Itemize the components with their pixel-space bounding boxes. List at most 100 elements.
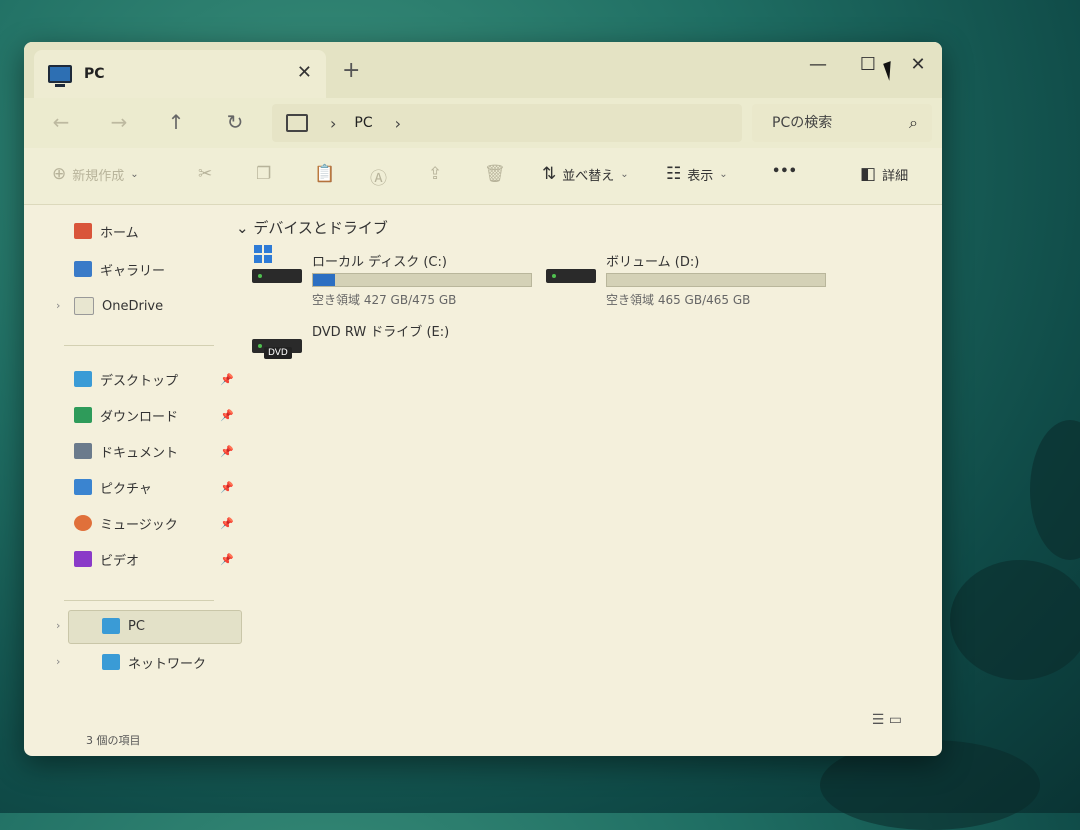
sidebar-item-label: ミュージック [100, 517, 178, 533]
sidebar-item-label: デスクトップ [100, 373, 179, 389]
sidebar-item-home[interactable]: ホーム [74, 217, 234, 245]
pictures-icon [74, 479, 92, 495]
sort-icon: ⇅ [542, 164, 557, 184]
view-icon: ☷ [666, 164, 682, 184]
search-input[interactable] [770, 114, 894, 132]
close-button[interactable]: ✕ [898, 54, 938, 75]
dvd-badge: DVD [264, 347, 292, 359]
chevron-right-icon[interactable]: › [56, 299, 60, 312]
content-pane: ⌄ デバイスとドライブ ローカル ディスク (C:) 空き領域 427 GB/4… [234, 205, 942, 756]
chevron-down-icon: ⌄ [719, 168, 728, 180]
drive-c[interactable]: ローカル ディスク (C:) 空き領域 427 GB/475 GB [252, 245, 552, 311]
details-button[interactable]: ◧ 詳細 [860, 164, 908, 184]
rename-button[interactable]: Ⓐ [370, 164, 393, 189]
pin-icon[interactable]: 📌 [220, 373, 234, 386]
drive-name: DVD RW ドライブ (E:) [312, 325, 450, 340]
status-item-count: 3 個の項目 [86, 734, 141, 747]
trash-icon: 🗑 [484, 164, 506, 184]
copy-icon: ❐ [256, 164, 272, 184]
new-button[interactable]: ⊕ 新規作成 ⌄ [52, 164, 139, 184]
sidebar-item-music[interactable]: ミュージック 📌 [74, 509, 234, 537]
view-toggle[interactable]: ☰ ▭ [872, 712, 902, 728]
tiles-view-icon[interactable]: ▭ [889, 712, 902, 728]
command-bar: ⊕ 新規作成 ⌄ ✂ ❐ 📋 Ⓐ ⇪ 🗑 ⇅ 並べ替え ⌄ ☷ 表示 ⌄ •••… [24, 148, 942, 205]
breadcrumb-pc[interactable]: PC [354, 115, 372, 131]
gallery-icon [74, 261, 92, 277]
forward-button[interactable]: → [104, 110, 134, 134]
delete-button[interactable]: 🗑 [484, 164, 512, 184]
pc-icon [48, 65, 72, 87]
pin-icon[interactable]: 📌 [220, 445, 234, 458]
tab-close-icon[interactable]: ✕ [297, 62, 312, 83]
pc-icon [286, 114, 308, 132]
paste-icon: 📋 [314, 164, 336, 184]
more-options-button[interactable]: ••• [772, 164, 797, 179]
drive-icon [252, 269, 302, 283]
network-icon [102, 654, 120, 670]
divider [64, 600, 214, 601]
pin-icon[interactable]: 📌 [220, 409, 234, 422]
navigation-pane: ホーム ギャラリー › OneDrive デスクトップ 📌 ダウンロード 📌 ド… [24, 205, 242, 756]
sidebar-item-label: ホーム [100, 225, 139, 241]
search-icon[interactable]: ⌕ [909, 113, 918, 133]
pc-icon [102, 618, 120, 634]
sidebar-item-label: ネットワーク [128, 656, 207, 672]
group-title: デバイスとドライブ [253, 219, 388, 237]
windows-drive-icon [254, 245, 272, 263]
drive-d[interactable]: ボリューム (D:) 空き領域 465 GB/465 GB [546, 251, 846, 311]
storage-bar [312, 273, 532, 287]
sidebar-item-label: ダウンロード [100, 409, 179, 425]
cut-button[interactable]: ✂ [198, 164, 218, 184]
wallpaper-shape [1030, 420, 1080, 560]
back-button[interactable]: ← [46, 110, 76, 134]
new-tab-button[interactable]: + [342, 58, 360, 83]
details-label: 詳細 [882, 168, 909, 184]
wallpaper-shape [950, 560, 1080, 680]
details-view-icon[interactable]: ☰ [872, 712, 885, 728]
sidebar-item-documents[interactable]: ドキュメント 📌 [74, 437, 234, 465]
paste-button[interactable]: 📋 [314, 164, 341, 184]
view-button[interactable]: ☷ 表示 ⌄ [666, 164, 728, 184]
drive-name: ローカル ディスク (C:) [312, 255, 447, 270]
download-icon [74, 407, 92, 423]
share-button[interactable]: ⇪ [428, 164, 448, 184]
sort-button[interactable]: ⇅ 並べ替え ⌄ [542, 164, 629, 184]
title-bar: PC ✕ + — ☐ ✕ [24, 42, 942, 98]
pin-icon[interactable]: 📌 [220, 481, 234, 494]
sidebar-item-onedrive[interactable]: OneDrive [74, 292, 234, 320]
drive-e[interactable]: DVD DVD RW ドライブ (E:) [252, 321, 552, 371]
search-box[interactable]: ⌕ [752, 104, 932, 142]
sidebar-item-label: ギャラリー [100, 263, 166, 279]
address-bar[interactable]: › PC › [272, 104, 742, 142]
chevron-down-icon: ⌄ [620, 168, 629, 180]
cut-icon: ✂ [198, 164, 213, 184]
sidebar-item-pictures[interactable]: ピクチャ 📌 [74, 473, 234, 501]
chevron-right-icon[interactable]: › [56, 619, 60, 632]
pin-icon[interactable]: 📌 [220, 517, 234, 530]
chevron-right-icon[interactable]: › [56, 655, 60, 668]
storage-bar-fill [313, 274, 335, 286]
sidebar-item-label: PC [128, 618, 145, 634]
sidebar-item-videos[interactable]: ビデオ 📌 [74, 545, 234, 573]
minimize-button[interactable]: — [798, 54, 838, 75]
up-button[interactable]: ↑ [161, 110, 191, 134]
sidebar-item-label: OneDrive [102, 298, 164, 314]
onedrive-icon [74, 297, 94, 315]
tab-pc[interactable]: PC ✕ [34, 50, 326, 98]
drive-free-space: 空き領域 427 GB/475 GB [312, 293, 457, 307]
plus-circle-icon: ⊕ [52, 164, 67, 184]
pin-icon[interactable]: 📌 [220, 553, 234, 566]
copy-button[interactable]: ❐ [256, 164, 277, 184]
navigation-bar: ← → ↑ ↻ › PC › ⌕ [24, 98, 942, 149]
chevron-right-icon[interactable]: › [330, 114, 336, 133]
sidebar-item-downloads[interactable]: ダウンロード 📌 [74, 401, 234, 429]
refresh-button[interactable]: ↻ [220, 110, 250, 134]
maximize-button[interactable]: ☐ [848, 54, 888, 75]
sort-label: 並べ替え [562, 168, 615, 184]
drive-icon [546, 269, 596, 283]
group-header-devices[interactable]: ⌄ デバイスとドライブ [236, 217, 388, 238]
sidebar-item-desktop[interactable]: デスクトップ 📌 [74, 365, 234, 393]
sidebar-item-gallery[interactable]: ギャラリー [74, 255, 234, 283]
chevron-right-icon[interactable]: › [395, 114, 401, 133]
chevron-down-icon: ⌄ [130, 168, 139, 180]
